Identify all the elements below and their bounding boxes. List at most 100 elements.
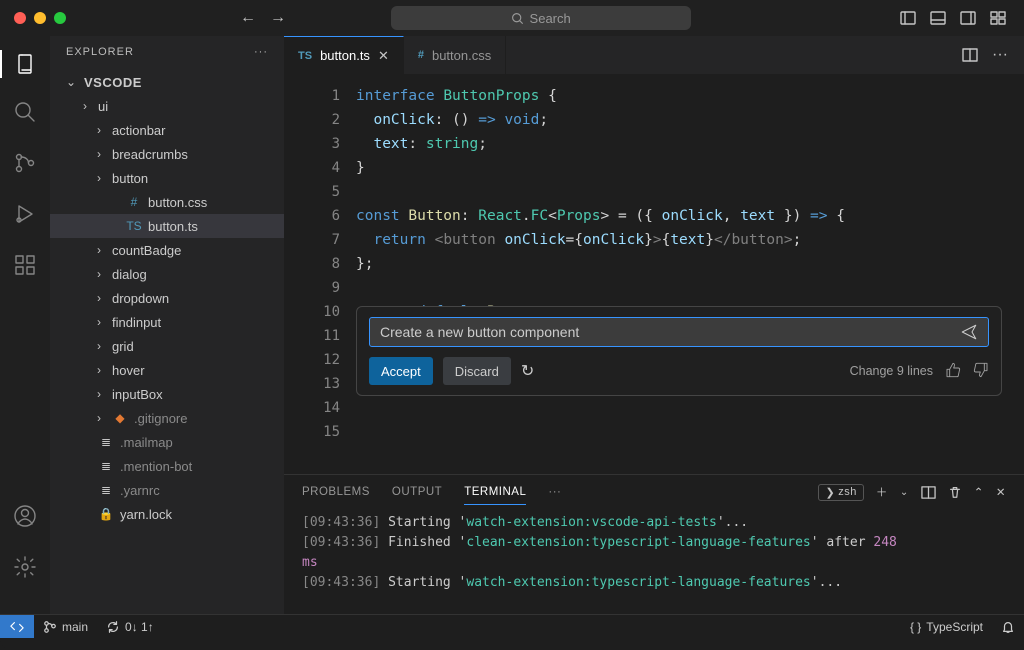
tree-item[interactable]: ≣ .yarnrc <box>50 478 284 502</box>
maximize-window[interactable] <box>54 12 66 24</box>
activity-search[interactable] <box>13 100 37 129</box>
activity-settings[interactable] <box>13 555 37 584</box>
remote-indicator[interactable] <box>0 615 34 638</box>
activity-extensions[interactable] <box>13 253 37 282</box>
tree-root[interactable]: ⌄ VSCODE <box>50 70 284 94</box>
terminal-shell-label[interactable]: ❯ zsh <box>818 484 863 501</box>
customize-layout-icon[interactable] <box>990 10 1006 26</box>
file-icon: ≣ <box>98 459 114 473</box>
activity-accounts[interactable] <box>13 504 37 533</box>
inline-chat-input[interactable]: Create a new button component <box>369 317 989 347</box>
tree-label: findinput <box>112 315 161 330</box>
tree-item[interactable]: ›grid <box>50 334 284 358</box>
search-icon <box>511 12 524 25</box>
rerun-icon[interactable]: ↻ <box>521 361 534 381</box>
tree-item[interactable]: › dropdown <box>50 286 284 310</box>
tree-item[interactable]: ›ui <box>50 94 284 118</box>
maximize-panel-icon[interactable]: ⌃ <box>974 485 984 499</box>
tree-item[interactable]: ≣.mention-bot <box>50 454 284 478</box>
tree-label: countBadge <box>112 243 181 258</box>
toggle-secondary-sidebar-icon[interactable] <box>960 10 976 26</box>
panel-tab[interactable]: OUTPUT <box>392 486 442 498</box>
send-icon[interactable] <box>960 323 978 341</box>
close-panel-icon[interactable]: ✕ <box>996 485 1006 499</box>
tree-label: button.ts <box>148 219 198 234</box>
command-center-search[interactable]: Search <box>391 6 691 30</box>
tree-item[interactable]: › hover <box>50 358 284 382</box>
activity-bar <box>0 36 50 614</box>
file-type-icon: TS <box>298 50 312 62</box>
tree-item[interactable]: 🔒yarn.lock <box>50 502 284 526</box>
nav-back[interactable]: ← <box>240 9 256 27</box>
tree-item[interactable]: ›breadcrumbs <box>50 142 284 166</box>
editor-tab[interactable]: #button.css <box>404 36 506 74</box>
tree-item[interactable]: ›actionbar <box>50 118 284 142</box>
chevron-down-icon: ⌄ <box>64 75 78 89</box>
tree-label: grid <box>112 339 134 354</box>
search-placeholder: Search <box>530 11 571 26</box>
tree-label: ui <box>98 99 108 114</box>
tree-item[interactable]: ›findinput <box>50 310 284 334</box>
tree-label: yarn.lock <box>120 507 172 522</box>
line-numbers: 123456789101112131415 <box>284 84 340 444</box>
tree-item[interactable]: › inputBox <box>50 382 284 406</box>
file-icon: # <box>126 195 142 209</box>
discard-button[interactable]: Discard <box>443 357 511 385</box>
activity-run-debug[interactable] <box>13 202 37 231</box>
tree-item[interactable]: TSbutton.ts <box>50 214 284 238</box>
terminal-dropdown-icon[interactable]: ⌄ <box>900 487 909 498</box>
inline-chat-text: Create a new button component <box>380 324 579 340</box>
panel-tab[interactable]: TERMINAL <box>464 486 526 505</box>
activity-explorer[interactable] <box>0 50 50 78</box>
tree-label: inputBox <box>112 387 163 402</box>
notifications-icon[interactable] <box>992 620 1024 634</box>
chevron-icon: › <box>92 363 106 377</box>
toggle-primary-sidebar-icon[interactable] <box>900 10 916 26</box>
editor-more-icon[interactable]: ··· <box>992 46 1008 64</box>
thumbs-up-icon[interactable] <box>945 362 961 381</box>
explorer-sidebar: EXPLORER ··· ⌄ VSCODE ›ui›actionbar›brea… <box>50 36 284 614</box>
chevron-icon: › <box>92 147 106 161</box>
git-sync[interactable]: 0↓ 1↑ <box>97 620 163 634</box>
tree-label: hover <box>112 363 145 378</box>
activity-source-control[interactable] <box>13 151 37 180</box>
chevron-icon: › <box>92 411 106 425</box>
new-terminal-icon[interactable]: ＋ <box>876 484 888 500</box>
split-terminal-icon[interactable] <box>921 485 936 500</box>
file-icon: ◆ <box>112 411 128 425</box>
tree-item[interactable]: ›countBadge <box>50 238 284 262</box>
panel-tab[interactable]: PROBLEMS <box>302 486 370 498</box>
chevron-icon: › <box>92 171 106 185</box>
language-mode[interactable]: { }TypeScript <box>901 620 992 634</box>
git-branch[interactable]: main <box>34 620 97 634</box>
tree-label: .yarnrc <box>120 483 160 498</box>
explorer-more-icon[interactable]: ··· <box>254 46 268 58</box>
kill-terminal-icon[interactable] <box>948 485 962 499</box>
nav-forward[interactable]: → <box>270 9 286 27</box>
tree-label: .gitignore <box>134 411 187 426</box>
file-type-icon: # <box>418 49 424 61</box>
tree-label: dropdown <box>112 291 169 306</box>
tree-item[interactable]: ≣.mailmap <box>50 430 284 454</box>
tree-item[interactable]: ›button <box>50 166 284 190</box>
split-editor-icon[interactable] <box>962 47 978 63</box>
close-tab-icon[interactable]: ✕ <box>378 48 389 64</box>
tree-label: dialog <box>112 267 147 282</box>
editor-tab[interactable]: TSbutton.ts✕ <box>284 36 404 74</box>
chevron-icon: › <box>92 291 106 305</box>
panel-more-icon[interactable]: ··· <box>548 486 561 498</box>
tree-item[interactable]: #button.css <box>50 190 284 214</box>
minimize-window[interactable] <box>34 12 46 24</box>
thumbs-down-icon[interactable] <box>973 362 989 381</box>
tree-root-label: VSCODE <box>84 75 142 90</box>
terminal-output[interactable]: [09:43:36] Starting 'watch-extension:vsc… <box>284 509 1024 614</box>
chevron-icon: › <box>92 387 106 401</box>
status-bar: main 0↓ 1↑ { }TypeScript <box>0 614 1024 638</box>
tree-item[interactable]: ›dialog <box>50 262 284 286</box>
toggle-panel-icon[interactable] <box>930 10 946 26</box>
chevron-icon: › <box>92 123 106 137</box>
accept-button[interactable]: Accept <box>369 357 433 385</box>
tree-item[interactable]: › ◆ .gitignore <box>50 406 284 430</box>
file-icon: ≣ <box>98 483 114 497</box>
close-window[interactable] <box>14 12 26 24</box>
